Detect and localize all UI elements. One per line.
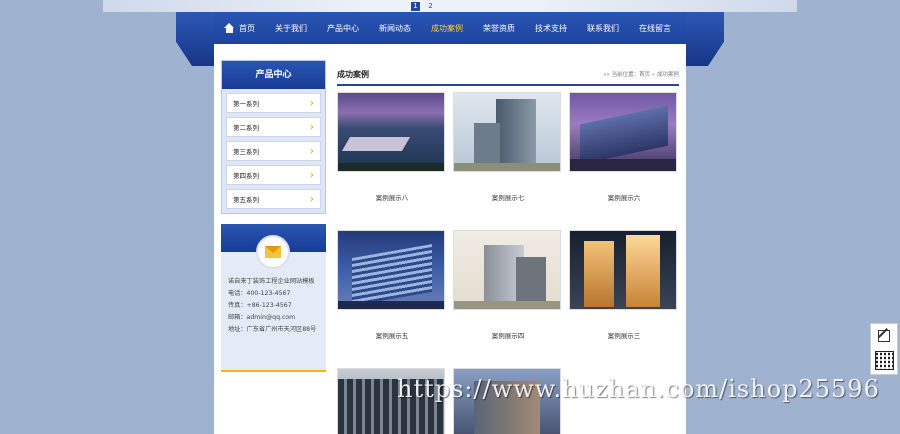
sidebar-title: 产品中心 [222,61,325,89]
nav-item-home[interactable]: 首页 [214,23,265,34]
case-image[interactable] [337,230,445,310]
nav-item-label: 首页 [239,23,255,33]
nav-item-contact[interactable]: 联系我们 [577,23,629,34]
case-card[interactable]: 案例展示四 [453,230,563,340]
sidebar-item-series-5[interactable]: 第五系列 › [226,189,321,209]
banner-pager: 1 2 [411,2,435,11]
qr-code-icon[interactable] [875,351,894,370]
case-image[interactable] [569,230,677,310]
nav-wing-right [684,12,724,66]
contact-fax: 传真：+86-123-4567 [228,302,292,309]
nav-item-honors[interactable]: 荣誉资质 [473,23,525,34]
sidebar-item-series-2[interactable]: 第二系列 › [226,117,321,137]
case-image[interactable] [337,92,445,172]
banner-page-1[interactable]: 1 [411,2,420,11]
case-image[interactable] [569,92,677,172]
sidebar-item-series-3[interactable]: 第三系列 › [226,141,321,161]
chevron-right-icon: › [309,169,314,181]
case-image[interactable] [453,92,561,172]
nav-item-support[interactable]: 技术支持 [525,23,577,34]
content-header: 成功案例 »» 当前位置：首页 » 成功案例 [337,64,679,86]
case-caption[interactable]: 案例展示八 [337,192,447,202]
product-category-box: 产品中心 第一系列 › 第二系列 › 第三系列 › 第四系列 › 第五系列 › [221,60,326,214]
case-card[interactable]: 案例展示七 [453,92,563,202]
contact-email: 邮箱：admin@qq.com [228,314,296,321]
contact-phone: 电话：400-123-4567 [228,290,291,297]
sidebar: 产品中心 第一系列 › 第二系列 › 第三系列 › 第四系列 › 第五系列 › 诺自来丁装… [221,60,326,372]
case-caption[interactable]: 案例展示四 [453,330,563,340]
chevron-right-icon: › [309,145,314,157]
contact-company: 诺自来丁装饰工程企业网站模板 [228,278,315,285]
sidebar-item-label: 第三系列 [233,148,259,156]
edit-icon[interactable] [878,330,890,342]
case-caption[interactable]: 案例展示六 [569,192,679,202]
sidebar-item-series-4[interactable]: 第四系列 › [226,165,321,185]
nav-item-about[interactable]: 关于我们 [265,23,317,34]
mail-icon [265,246,281,258]
home-icon [224,23,235,33]
nav-item-products[interactable]: 产品中心 [317,23,369,34]
main-nav: 首页 关于我们 产品中心 新闻动态 成功案例 荣誉资质 技术支持 联系我们 在线… [214,12,686,44]
banner-strip [103,0,797,12]
case-card[interactable]: 案例展示六 [569,92,679,202]
chevron-right-icon: › [309,193,314,205]
contact-info: 诺自来丁装饰工程企业网站模板 电话：400-123-4567 传真：+86-12… [228,276,320,336]
nav-item-news[interactable]: 新闻动态 [369,23,421,34]
sidebar-item-series-1[interactable]: 第一系列 › [226,93,321,113]
case-image[interactable] [453,230,561,310]
case-caption[interactable]: 案例展示三 [569,330,679,340]
cases-content: 成功案例 »» 当前位置：首页 » 成功案例 案例展示八 案例展示七 案例展示六 [337,64,679,434]
banner-page-2[interactable]: 2 [426,2,435,11]
contact-address: 地址：广东省广州市天河区88号 [228,326,317,333]
watermark: https://www.huzhan.com/ishop25596 [397,375,880,403]
sidebar-item-label: 第二系列 [233,124,259,132]
case-card[interactable]: 案例展示八 [337,92,447,202]
nav-item-cases[interactable]: 成功案例 [421,23,473,34]
sidebar-item-label: 第四系列 [233,172,259,180]
floating-toolbar [870,323,898,375]
breadcrumb[interactable]: »» 当前位置：首页 » 成功案例 [603,70,679,78]
chevron-right-icon: › [309,121,314,133]
mail-badge [256,235,290,269]
case-card[interactable]: 案例展示五 [337,230,447,340]
case-caption[interactable]: 案例展示五 [337,330,447,340]
nav-item-message[interactable]: 在线留言 [629,23,681,34]
case-caption[interactable]: 案例展示七 [453,192,563,202]
nav-wing-left [176,12,216,66]
sidebar-item-label: 第一系列 [233,100,259,108]
contact-box: 诺自来丁装饰工程企业网站模板 电话：400-123-4567 传真：+86-12… [221,224,326,372]
content-title: 成功案例 [337,69,369,79]
sidebar-item-label: 第五系列 [233,196,259,204]
chevron-right-icon: › [309,97,314,109]
case-card[interactable]: 案例展示三 [569,230,679,340]
